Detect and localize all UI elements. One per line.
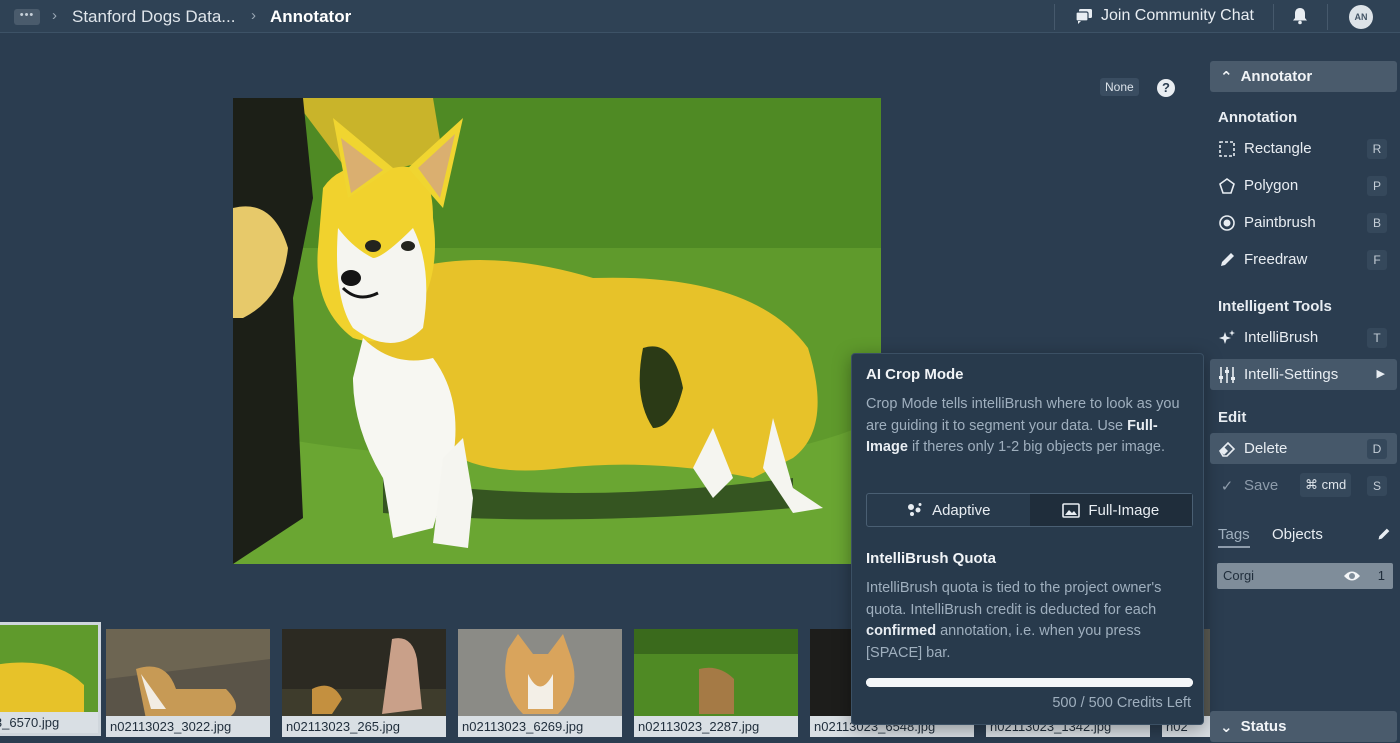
quota-credits-text: 500 / 500 Credits Left [1052,695,1191,711]
shortcut-key: F [1367,250,1387,270]
chevron-right-icon: › [251,7,256,24]
intelli-settings-label: Intelli-Settings [1244,366,1339,383]
check-icon: ✓ [1220,477,1234,495]
tab-objects[interactable]: Objects [1272,526,1323,543]
avatar[interactable]: AN [1349,5,1373,29]
divider [1273,4,1274,30]
divider [1327,4,1328,30]
paintbrush-icon [1219,214,1235,231]
thumbnail-label: n02113023_265.jpg [282,716,446,737]
image-icon [1062,502,1081,518]
edit-section-title: Edit [1218,409,1247,426]
pencil-icon [1221,252,1234,266]
thumbnail-item[interactable]: n02113023_6570.jpg [0,622,101,736]
thumbnail-label: n02113023_2287.jpg [634,716,798,737]
annotator-header-label: Annotator [1240,68,1313,85]
sliders-icon [1219,366,1235,383]
crop-mode-title: AI Crop Mode [866,366,964,383]
adaptive-button[interactable]: Adaptive [867,494,1030,526]
object-count: 1 [1377,568,1385,583]
full-image-label: Full-Image [1088,501,1160,519]
eraser-icon [1218,441,1236,457]
breadcrumb-dataset[interactable]: Stanford Dogs Data... [72,7,235,27]
quota-description: IntelliBrush quota is tied to the projec… [866,580,1162,661]
caret-right-icon: ▶ [1376,368,1385,380]
rectangle-icon [1219,140,1235,157]
shortcut-key: R [1367,139,1387,159]
chevron-up-icon: ⌃ [1220,68,1233,86]
polygon-icon [1219,177,1235,194]
annotator-panel-header[interactable]: ⌃ Annotator [1210,61,1397,92]
crop-mode-description: Crop Mode tells intelliBrush where to lo… [866,396,1180,455]
full-image-button[interactable]: Full-Image [1029,494,1192,526]
thumbnail-item[interactable]: n02113023_3022.jpg [106,629,270,737]
annotation-section-title: Annotation [1218,109,1298,126]
top-bar: ••• › Stanford Dogs Data... › Annotator … [0,0,1400,33]
object-row[interactable]: Corgi 1 [1217,563,1393,589]
sparkles-icon [1219,329,1235,344]
quota-progress-fill [866,678,1193,687]
paintbrush-label: Paintbrush [1244,214,1316,231]
intellibrush-label: IntelliBrush [1244,329,1319,346]
chevron-down-icon: ⌄ [1220,718,1233,736]
right-sidebar: ⌃ Annotator Annotation Rectangle R Polyg… [1204,33,1400,743]
delete-tool[interactable]: Delete D [1210,433,1397,464]
save-tool[interactable]: ✓ Save ⌘ cmd S [1210,470,1397,501]
adaptive-label: Adaptive [932,501,991,519]
rectangle-label: Rectangle [1244,140,1312,157]
corgi-photo [233,98,881,564]
freedraw-label: Freedraw [1244,251,1308,268]
breadcrumb-current: Annotator [270,7,352,26]
edit-pencil-icon[interactable] [1376,527,1391,542]
paintbrush-tool[interactable]: Paintbrush B [1210,207,1397,238]
help-icon[interactable]: ? [1157,79,1175,97]
freedraw-tool[interactable]: Freedraw F [1210,244,1397,275]
join-community-label: Join Community Chat [1101,7,1254,24]
delete-label: Delete [1244,440,1288,457]
divider [1054,4,1055,30]
quota-progress-bar [866,678,1193,687]
join-community-button[interactable]: Join Community Chat [1075,7,1254,25]
breadcrumb-menu-button[interactable]: ••• [14,9,40,25]
shortcut-key: B [1367,213,1387,233]
thumbnail-item[interactable]: n02113023_6269.jpg [458,629,622,737]
intellibrush-tool[interactable]: IntelliBrush T [1210,322,1397,353]
intelligent-tools-title: Intelligent Tools [1218,298,1332,315]
polygon-label: Polygon [1244,177,1299,194]
crop-mode-toggle: Adaptive Full-Image [866,493,1193,527]
quota-title: IntelliBrush Quota [866,550,997,567]
tags-objects-tabs: Tags Objects [1218,526,1393,552]
shortcut-key: D [1367,439,1387,459]
object-name: Corgi [1223,568,1255,583]
bell-icon[interactable] [1292,7,1308,25]
save-label: Save [1244,477,1279,494]
chat-icon [1075,9,1092,24]
thumbnail-item[interactable]: n02113023_2287.jpg [634,629,798,737]
shortcut-key: S [1367,476,1387,496]
intelli-settings-item[interactable]: Intelli-Settings ▶ [1210,359,1397,390]
eye-icon[interactable] [1343,569,1361,583]
rectangle-tool[interactable]: Rectangle R [1210,133,1397,164]
thumbnail-item[interactable]: n02113023_265.jpg [282,629,446,737]
polygon-tool[interactable]: Polygon P [1210,170,1397,201]
shortcut-key: T [1367,328,1387,348]
intelli-settings-popover: AI Crop Mode Crop Mode tells intelliBrus… [851,353,1204,725]
cmd-shortcut: ⌘ cmd [1300,473,1352,497]
thumbnail-label: n02113023_6269.jpg [458,716,622,737]
tab-tags[interactable]: Tags [1218,526,1250,548]
status-header-label: Status [1240,718,1287,735]
shortcut-key: P [1367,176,1387,196]
annotation-canvas-image[interactable] [233,98,881,564]
class-badge[interactable]: None [1100,78,1139,96]
thumbnail-label: n02113023_6570.jpg [0,712,98,733]
chevron-right-icon: › [52,7,57,24]
adaptive-icon [908,503,922,516]
status-panel-header[interactable]: ⌄ Status [1210,711,1397,742]
thumbnail-label: n02113023_3022.jpg [106,716,270,737]
